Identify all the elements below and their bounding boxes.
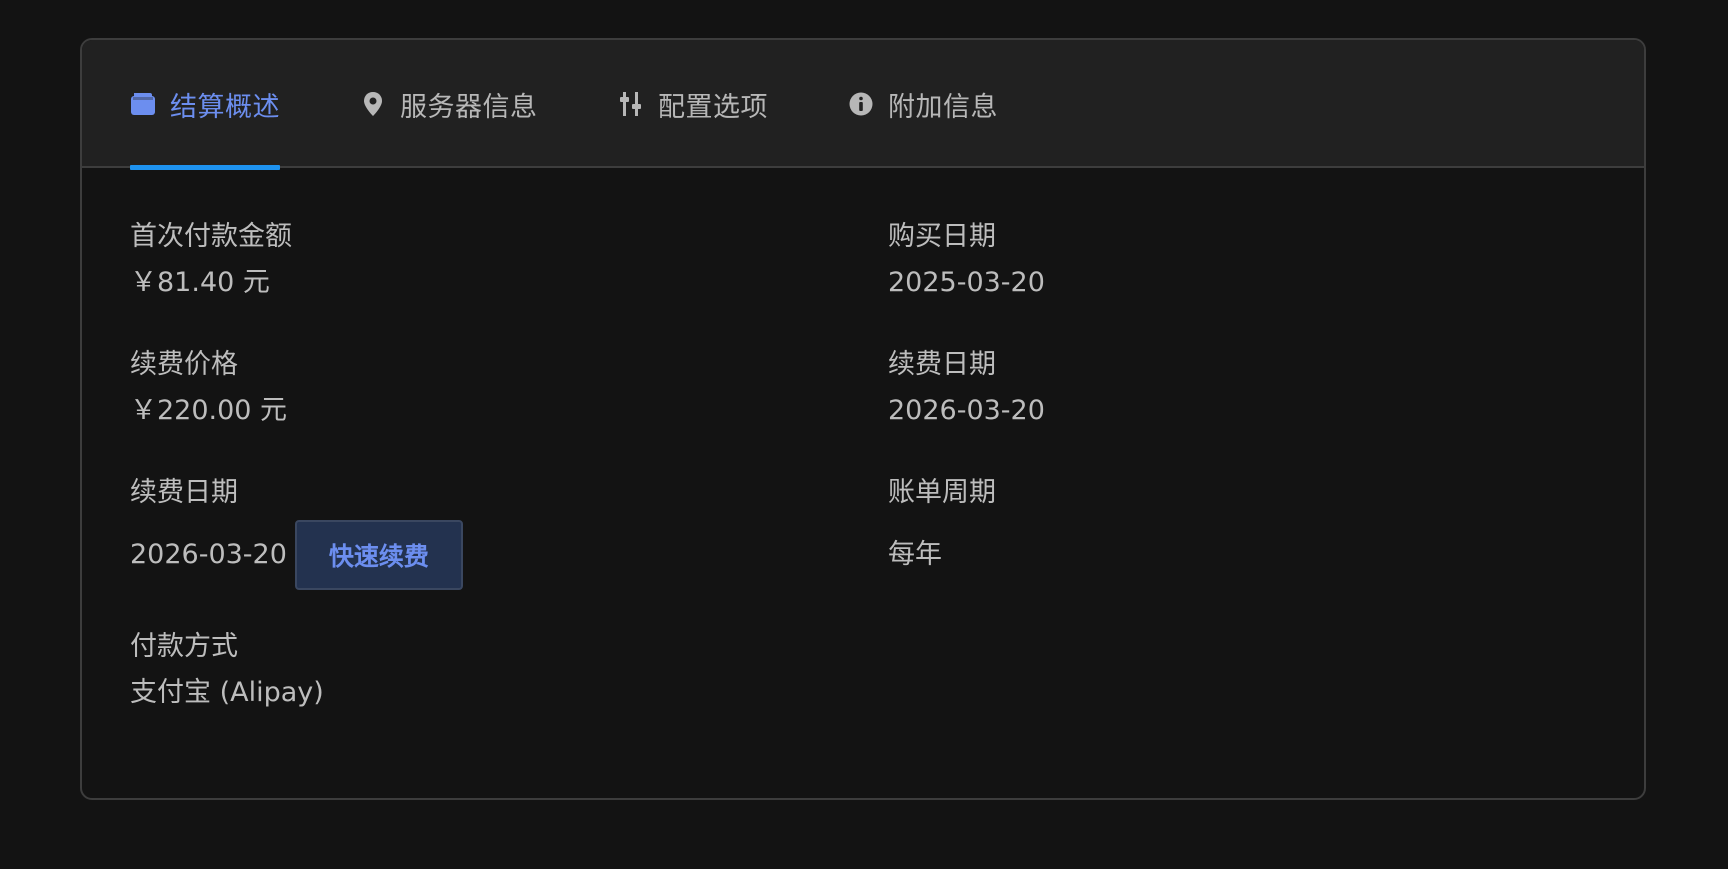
map-pin-icon xyxy=(360,91,386,117)
wallet-icon xyxy=(130,91,156,117)
renewal-date-value: 2026-03-20 xyxy=(888,395,1045,426)
first-payment-value: ￥81.40 元 xyxy=(130,267,270,298)
payment-method-field: 付款方式 支付宝 (Alipay) xyxy=(130,630,324,710)
renewal-date-field: 续费日期 2026-03-20 xyxy=(888,348,1045,428)
next-due-row: 2026-03-20 快速续费 xyxy=(130,520,463,590)
billing-cycle-value: 每年 xyxy=(888,539,942,570)
renewal-date-label: 续费日期 xyxy=(888,349,996,380)
first-payment-label: 首次付款金额 xyxy=(130,221,292,252)
billing-cycle-field: 账单周期 每年 xyxy=(888,476,996,572)
tab-config-options[interactable]: 配置选项 xyxy=(618,40,768,168)
billing-cycle-label: 账单周期 xyxy=(888,477,996,508)
purchase-date-label: 购买日期 xyxy=(888,221,996,252)
next-due-label: 续费日期 xyxy=(130,477,238,508)
tab-extra-info[interactable]: 附加信息 xyxy=(848,40,998,168)
tab-server-info[interactable]: 服务器信息 xyxy=(360,40,538,168)
first-payment-field: 首次付款金额 ￥81.40 元 xyxy=(130,220,292,300)
next-due-value: 2026-03-20 xyxy=(130,539,287,570)
purchase-date-field: 购买日期 2025-03-20 xyxy=(888,220,1045,300)
renewal-price-field: 续费价格 ￥220.00 元 xyxy=(130,348,287,428)
tab-label: 服务器信息 xyxy=(400,91,538,123)
sliders-icon xyxy=(618,91,644,117)
tab-label: 结算概述 xyxy=(170,91,280,123)
tab-billing-overview[interactable]: 结算概述 xyxy=(130,40,280,170)
renewal-price-value: ￥220.00 元 xyxy=(130,395,288,426)
tab-bar: 结算概述 服务器信息 配置选项 附加信息 xyxy=(82,40,1644,170)
next-due-field: 续费日期 2026-03-20 快速续费 xyxy=(130,476,463,590)
quick-renew-button[interactable]: 快速续费 xyxy=(294,520,463,590)
tab-label: 配置选项 xyxy=(658,91,768,123)
payment-method-label: 付款方式 xyxy=(130,631,238,662)
tab-label: 附加信息 xyxy=(888,91,998,123)
billing-card: 结算概述 服务器信息 配置选项 附加信息 首次付款金额 ￥81.40 元 续费价… xyxy=(80,38,1646,800)
payment-method-value: 支付宝 (Alipay) xyxy=(130,677,324,708)
renewal-price-label: 续费价格 xyxy=(130,349,238,380)
info-circle-icon xyxy=(848,91,874,117)
purchase-date-value: 2025-03-20 xyxy=(888,267,1045,298)
